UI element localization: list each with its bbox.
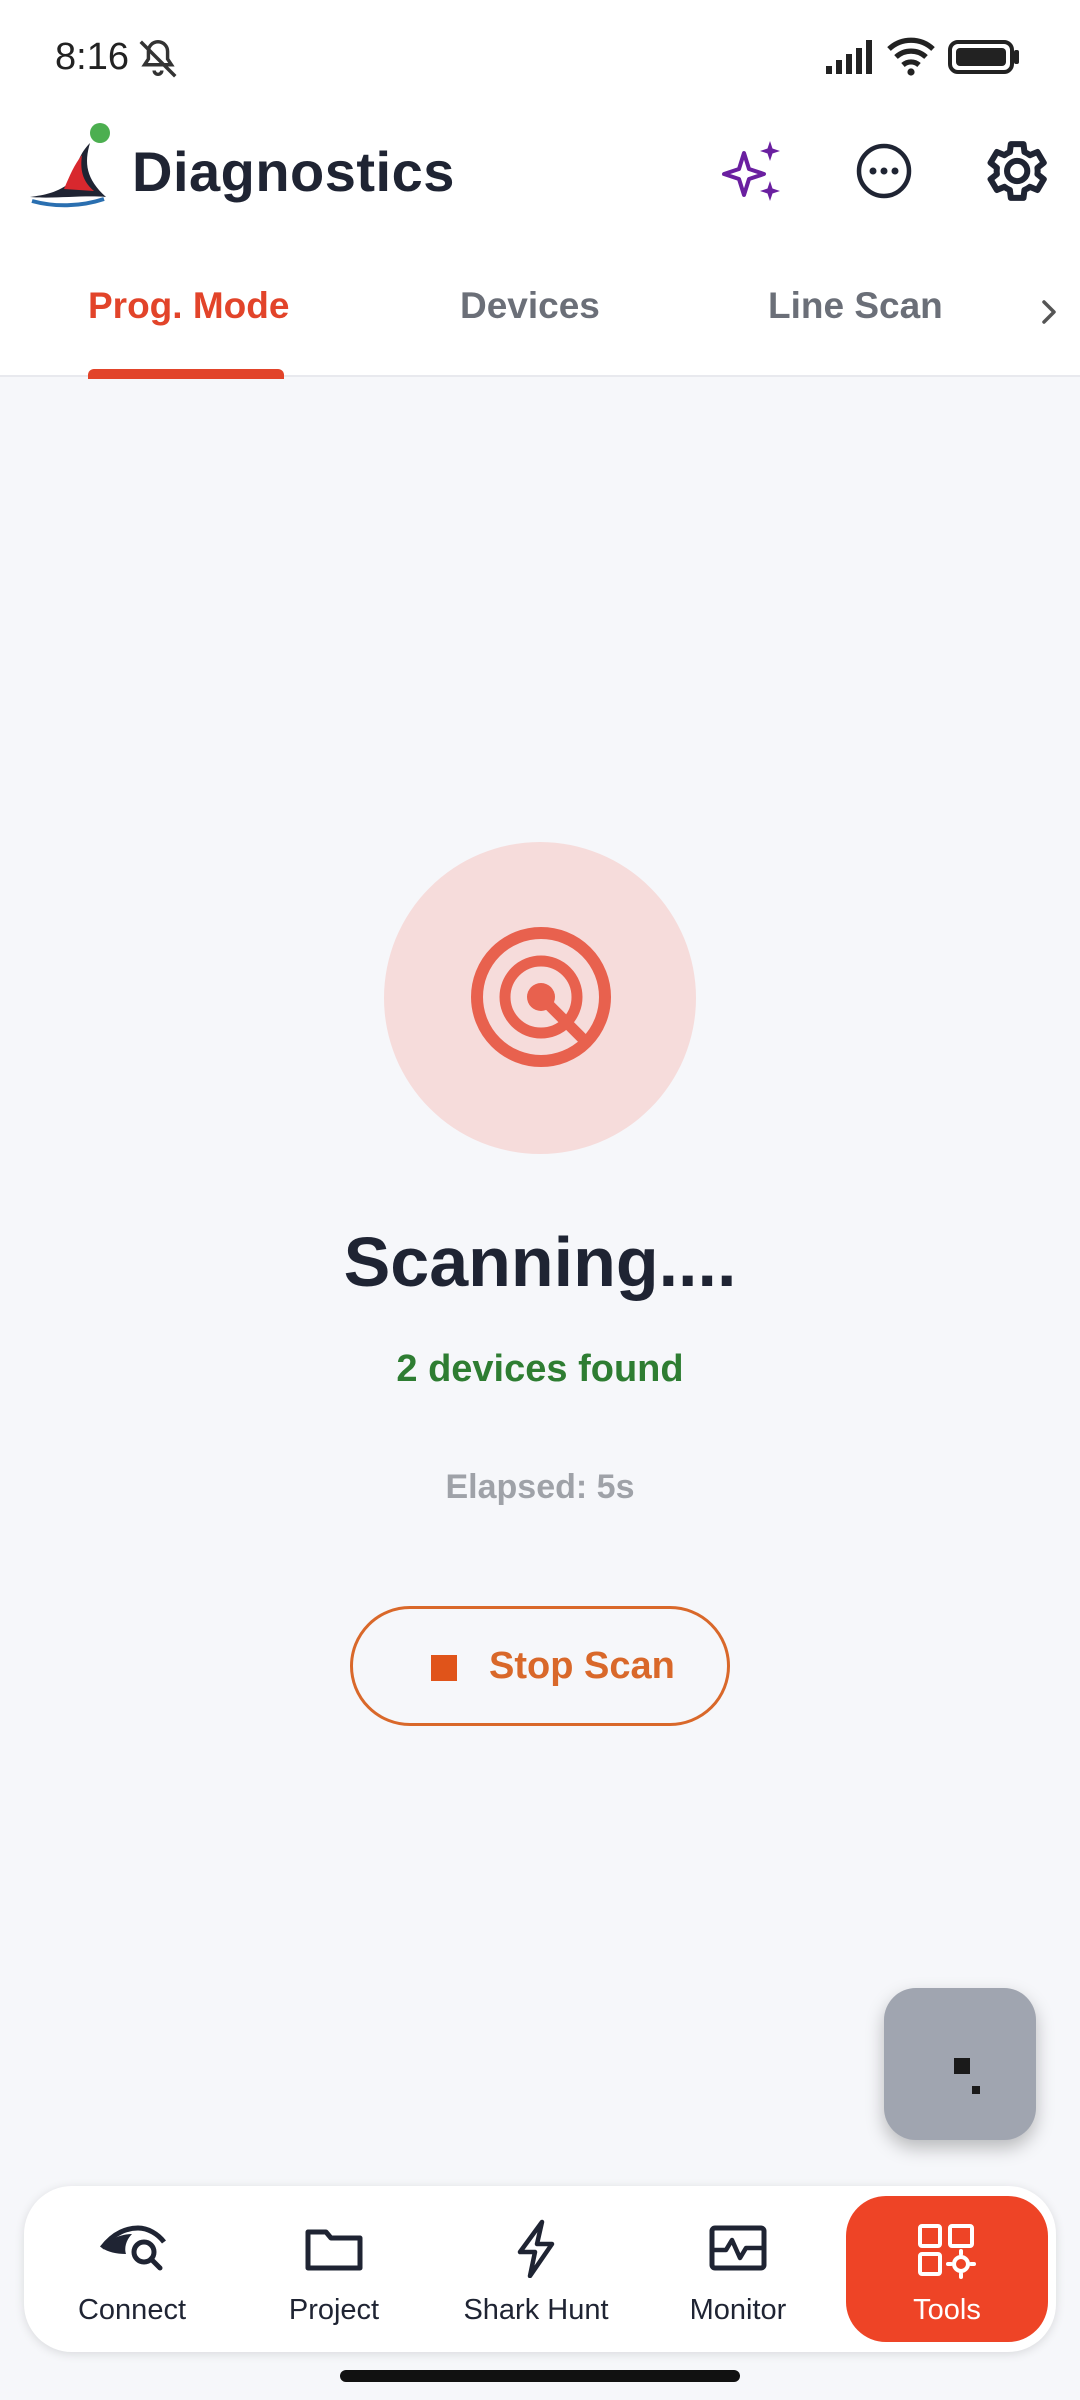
nav-item-project[interactable]: Project (234, 2186, 434, 2352)
nav-item-monitor[interactable]: Monitor (638, 2186, 838, 2352)
devices-found-count: 2 devices found (396, 1348, 684, 1390)
signal-icon (826, 40, 872, 74)
wifi-icon (887, 37, 935, 76)
connection-status-dot (90, 123, 110, 143)
home-indicator[interactable] (340, 2370, 740, 2382)
folder-icon (305, 2229, 363, 2271)
battery-icon (948, 40, 1019, 74)
fab-glyph-dot (972, 2086, 980, 2094)
tools-grid-icon (918, 2224, 976, 2279)
tab-line-scan[interactable]: Line Scan (768, 285, 943, 327)
tab-bar: Prog. Mode Devices Line Scan (0, 245, 1080, 379)
tab-prog-mode[interactable]: Prog. Mode (88, 285, 289, 327)
fab-glyph (954, 2058, 970, 2074)
bottom-navigation: Connect Project Shark Hunt Monitor Tools (24, 2186, 1056, 2352)
stop-scan-label: Stop Scan (489, 1645, 675, 1687)
more-options-icon[interactable] (846, 133, 922, 209)
stop-icon (431, 1655, 457, 1681)
chevron-right-icon[interactable] (1034, 292, 1064, 332)
radar-target-icon (471, 927, 611, 1067)
nav-label-connect: Connect (77, 2294, 186, 2326)
tab-devices[interactable]: Devices (460, 285, 600, 327)
floating-action-button[interactable] (884, 1988, 1036, 2140)
status-bar: 8:16 (0, 0, 1080, 115)
bell-off-icon (139, 40, 177, 78)
ai-sparkle-icon[interactable] (714, 133, 790, 209)
page-title: Diagnostics (132, 140, 455, 203)
nav-label-monitor: Monitor (689, 2294, 787, 2326)
scan-status-title: Scanning.... (343, 1223, 737, 1301)
nav-item-shark-hunt[interactable]: Shark Hunt (436, 2186, 636, 2352)
nav-label-tools: Tools (913, 2294, 981, 2326)
app-bar: Diagnostics (0, 115, 1080, 245)
status-time: 8:16 (55, 36, 129, 78)
stop-scan-button[interactable]: Stop Scan (350, 1606, 730, 1726)
nav-label-project: Project (288, 2294, 380, 2326)
shark-logo-icon (30, 143, 106, 208)
active-tab-indicator (88, 369, 284, 379)
monitor-pulse-icon (709, 2225, 767, 2271)
nav-item-connect[interactable]: Connect (32, 2186, 232, 2352)
eye-search-icon (100, 2225, 166, 2271)
nav-label-shark-hunt: Shark Hunt (463, 2294, 609, 2326)
elapsed-time: Elapsed: 5s (445, 1468, 635, 1506)
nav-item-tools[interactable]: Tools (846, 2196, 1048, 2342)
settings-gear-icon[interactable] (976, 133, 1052, 209)
lightning-icon (517, 2219, 555, 2278)
screen: 8:16 Diagnostics Prog. Mode Devices Line… (0, 0, 1080, 2400)
